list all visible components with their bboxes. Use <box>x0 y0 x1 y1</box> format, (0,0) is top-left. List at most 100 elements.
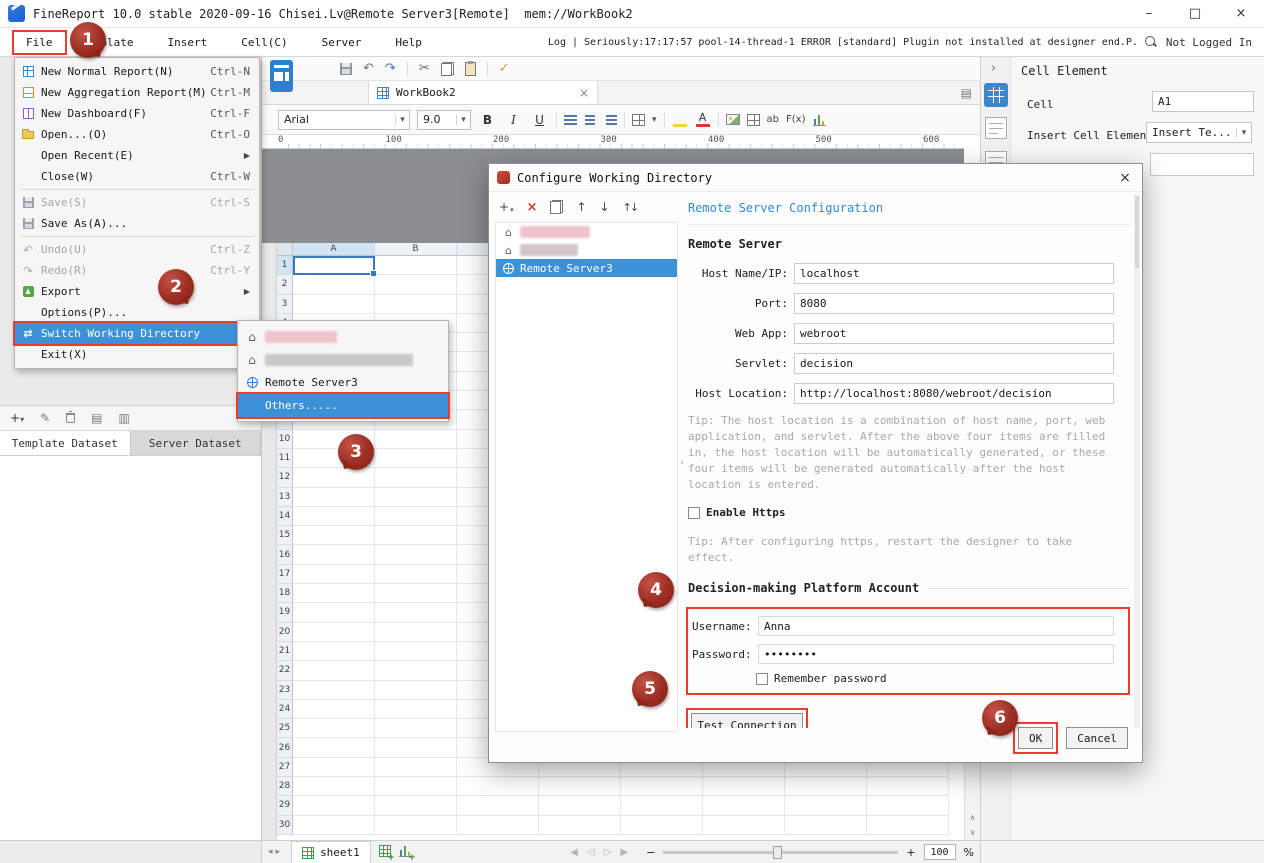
collapse-panel-icon[interactable]: › <box>991 61 996 76</box>
next-page-icon[interactable]: ▷ <box>604 847 612 858</box>
menu-cell[interactable]: Cell(C) <box>239 32 289 53</box>
username-field[interactable]: Anna <box>758 616 1114 636</box>
font-color-icon[interactable]: A <box>695 111 711 129</box>
sheet-cell[interactable] <box>293 526 375 545</box>
sheet-cell[interactable] <box>375 816 457 835</box>
underline-button[interactable]: U <box>530 110 549 130</box>
row-header[interactable]: 21 <box>277 642 293 661</box>
scroll-down-icon[interactable]: ∨ <box>965 825 980 840</box>
row-header[interactable]: 25 <box>277 719 293 738</box>
file-menu-item[interactable]: Exit(X) <box>15 344 259 365</box>
sheet-cell[interactable] <box>293 719 375 738</box>
sheet-cell[interactable] <box>457 816 539 835</box>
list-item[interactable]: ⌂ <box>496 223 677 241</box>
field-input[interactable]: http://localhost:8080/webroot/decision <box>794 383 1114 404</box>
sheet-cell[interactable] <box>293 758 375 777</box>
sheet-cell[interactable] <box>375 603 457 622</box>
insert-chart-icon[interactable] <box>813 114 826 126</box>
sheet-cell[interactable] <box>375 275 457 294</box>
ok-button[interactable]: OK <box>1018 727 1053 749</box>
sheet-cell[interactable] <box>621 796 703 815</box>
list-item[interactable]: ⌂ <box>496 241 677 259</box>
menu-insert[interactable]: Insert <box>165 32 209 53</box>
save-icon[interactable] <box>340 63 352 75</box>
zoom-out-icon[interactable]: − <box>646 846 655 859</box>
file-menu-item[interactable]: ▲Export▶ <box>15 281 259 302</box>
border-icon[interactable] <box>747 114 760 126</box>
row-header[interactable]: 1 <box>277 256 293 275</box>
sheet-cell[interactable] <box>703 816 785 835</box>
delete-dataset-icon[interactable] <box>66 413 75 423</box>
menu-server[interactable]: Server <box>320 32 364 53</box>
field-input[interactable]: 8080 <box>794 293 1114 314</box>
maximize-button[interactable]: □ <box>1172 0 1218 28</box>
delete-server-icon[interactable]: × <box>527 200 538 215</box>
merge-cells-icon[interactable] <box>632 114 645 126</box>
align-right-icon[interactable] <box>604 114 617 125</box>
file-menu-item[interactable]: New Normal Report(N)Ctrl-N <box>15 61 259 82</box>
row-header[interactable]: 29 <box>277 796 293 815</box>
sheet-cell[interactable] <box>293 623 375 642</box>
cell-reference-input[interactable]: A1 <box>1152 91 1254 112</box>
move-down-icon[interactable]: ↓ <box>600 200 610 214</box>
sheet-cell[interactable] <box>867 796 949 815</box>
remember-password-checkbox[interactable] <box>756 673 768 685</box>
chevron-down-icon[interactable]: ▾ <box>456 115 470 125</box>
scroll-up-icon[interactable]: ∧ <box>965 810 980 825</box>
tab-template-dataset[interactable]: Template Dataset <box>0 431 131 455</box>
sheet-cell[interactable] <box>375 488 457 507</box>
sheet-cell[interactable] <box>375 796 457 815</box>
list-item[interactable]: Remote Server3 <box>496 259 677 277</box>
row-header[interactable]: 17 <box>277 565 293 584</box>
edit-dataset-icon[interactable]: ✎ <box>40 411 50 425</box>
row-header[interactable]: 19 <box>277 603 293 622</box>
file-menu-item[interactable]: Save As(A)... <box>15 213 259 234</box>
insert-text-icon[interactable]: ab <box>767 114 779 125</box>
sheet-cell[interactable] <box>621 816 703 835</box>
sheet-tab-scroll-icons[interactable]: ◂▸ <box>268 847 283 857</box>
file-menu-item[interactable]: ⇄Switch Working Directory▶ <box>15 323 259 344</box>
row-header[interactable]: 27 <box>277 758 293 777</box>
sheet-cell[interactable] <box>457 777 539 796</box>
panel-splitter[interactable]: ‹ <box>678 194 686 732</box>
sheet-cell[interactable] <box>375 700 457 719</box>
copy-icon[interactable] <box>441 62 454 76</box>
sheet-cell[interactable] <box>375 449 457 468</box>
sheet-cell[interactable] <box>703 777 785 796</box>
minimize-button[interactable]: – <box>1126 0 1172 28</box>
sheet-cell[interactable] <box>293 584 375 603</box>
dialog-titlebar[interactable]: Configure Working Directory × <box>489 164 1142 192</box>
sheet-cell[interactable] <box>293 642 375 661</box>
sheet-cell[interactable] <box>621 777 703 796</box>
sheet-cell[interactable] <box>785 816 867 835</box>
list-item[interactable]: ⌂ <box>238 348 448 371</box>
move-up-icon[interactable]: ↑ <box>576 200 586 214</box>
zoom-level-input[interactable]: 100 <box>924 844 956 860</box>
bold-button[interactable]: B <box>478 110 497 130</box>
row-header[interactable]: 15 <box>277 526 293 545</box>
chevron-down-icon[interactable]: ▾ <box>652 115 657 125</box>
add-dataset-button[interactable]: +▾ <box>10 411 24 425</box>
cut-icon[interactable]: ✂ <box>419 61 430 76</box>
file-menu-item[interactable]: ↶Undo(U)Ctrl-Z <box>15 239 259 260</box>
sheet-cell[interactable] <box>375 545 457 564</box>
sheet-cell[interactable] <box>375 777 457 796</box>
sheet-cell[interactable] <box>293 816 375 835</box>
row-header[interactable]: 16 <box>277 545 293 564</box>
cancel-button[interactable]: Cancel <box>1066 727 1128 749</box>
sheet-cell[interactable] <box>375 256 457 275</box>
connection-dataset-icon[interactable]: ▥ <box>118 411 129 425</box>
sheet-cell[interactable] <box>293 777 375 796</box>
chevron-down-icon[interactable]: ▾ <box>395 115 409 125</box>
copy-server-icon[interactable] <box>550 200 563 214</box>
sheet-cell[interactable] <box>293 545 375 564</box>
sheet-cell[interactable] <box>293 507 375 526</box>
sheet-cell[interactable] <box>867 816 949 835</box>
file-menu-item[interactable]: Close(W)Ctrl-W <box>15 166 259 187</box>
row-header[interactable]: 2 <box>277 275 293 294</box>
sheet-cell[interactable] <box>375 758 457 777</box>
file-menu-item[interactable]: ↷Redo(R)Ctrl-Y <box>15 260 259 281</box>
sheet-cell[interactable] <box>457 796 539 815</box>
paste-icon[interactable] <box>465 62 476 76</box>
enable-https-checkbox[interactable] <box>688 507 700 519</box>
